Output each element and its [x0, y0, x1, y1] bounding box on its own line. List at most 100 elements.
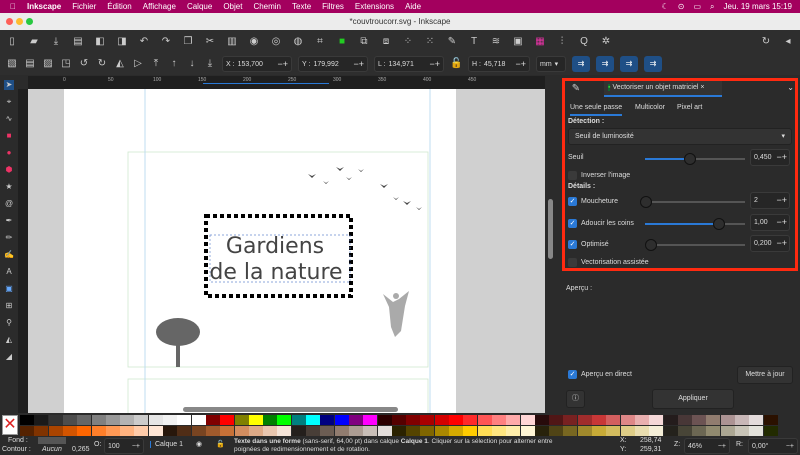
- color-swatch[interactable]: [363, 415, 378, 425]
- y-stepper[interactable]: −+: [353, 59, 364, 69]
- color-swatch[interactable]: [248, 426, 263, 436]
- info-button[interactable]: ⓘ: [566, 390, 585, 408]
- h-stepper[interactable]: −+: [515, 59, 526, 69]
- color-swatch[interactable]: [592, 426, 606, 436]
- color-swatch[interactable]: [749, 415, 764, 425]
- lock-icon[interactable]: 🔓: [450, 58, 462, 70]
- color-swatch[interactable]: [549, 415, 564, 425]
- color-swatch[interactable]: [491, 415, 506, 425]
- color-swatch[interactable]: [720, 415, 735, 425]
- y-field[interactable]: Y :179,992 −+: [298, 56, 368, 72]
- transform-patterns-button[interactable]: ⇉: [644, 56, 662, 72]
- node-tool-icon[interactable]: ⌖: [4, 97, 14, 107]
- color-swatch[interactable]: [563, 415, 578, 425]
- layers-icon[interactable]: ≋: [490, 36, 502, 48]
- menu-affichage[interactable]: Affichage: [143, 2, 176, 11]
- box3d-tool-icon[interactable]: ⬢: [4, 165, 14, 175]
- dropper-tool-icon[interactable]: ⚲: [4, 318, 14, 328]
- color-swatch[interactable]: [563, 426, 578, 436]
- text-tool-icon[interactable]: A: [4, 267, 14, 277]
- color-swatch[interactable]: [120, 415, 135, 425]
- menu-extensions[interactable]: Extensions: [355, 2, 394, 11]
- open-icon[interactable]: ▰: [28, 36, 40, 48]
- paste-icon[interactable]: ▥: [226, 36, 238, 48]
- color-swatch[interactable]: [120, 426, 135, 436]
- color-swatch[interactable]: [477, 415, 492, 425]
- color-swatch[interactable]: [377, 415, 392, 425]
- color-swatch[interactable]: [749, 426, 764, 436]
- color-swatch[interactable]: [234, 426, 249, 436]
- color-swatch[interactable]: [706, 426, 721, 436]
- zoom-width-icon[interactable]: ⌗: [314, 36, 326, 48]
- pen-tool-icon[interactable]: ✒: [4, 216, 14, 226]
- select-all-layers-icon[interactable]: ▤: [24, 58, 36, 70]
- color-swatch[interactable]: [677, 426, 692, 436]
- color-swatch[interactable]: [306, 415, 320, 425]
- color-swatch[interactable]: [62, 426, 77, 436]
- color-swatch[interactable]: [520, 426, 535, 436]
- x-field[interactable]: X :153,700 −+: [222, 56, 292, 72]
- color-swatch[interactable]: [606, 426, 621, 436]
- color-swatch[interactable]: [677, 415, 692, 425]
- color-swatch[interactable]: [363, 426, 378, 436]
- color-swatch[interactable]: [735, 415, 749, 425]
- color-swatch[interactable]: [663, 426, 678, 436]
- color-swatch[interactable]: [277, 426, 292, 436]
- color-swatch[interactable]: [20, 415, 34, 425]
- color-swatch[interactable]: [720, 426, 735, 436]
- preferences-icon[interactable]: ✲: [600, 36, 612, 48]
- width-field[interactable]: L :134,971 −+: [374, 56, 444, 72]
- moon-icon[interactable]: ☾: [662, 2, 669, 12]
- update-button[interactable]: Mettre à jour: [737, 366, 793, 384]
- mesh-tool-icon[interactable]: ⊞: [4, 301, 14, 311]
- color-swatch[interactable]: [391, 415, 406, 425]
- color-swatch[interactable]: [148, 415, 163, 425]
- color-swatch[interactable]: [105, 426, 120, 436]
- color-swatch[interactable]: [205, 415, 220, 425]
- import-icon[interactable]: ◧: [94, 36, 106, 48]
- color-swatch[interactable]: [663, 415, 678, 425]
- color-swatch[interactable]: [105, 415, 120, 425]
- print-icon[interactable]: ▤: [72, 36, 84, 48]
- tweak-tool-icon[interactable]: ∿: [4, 114, 14, 124]
- new-icon[interactable]: ▯: [6, 36, 18, 48]
- color-swatch[interactable]: [48, 426, 63, 436]
- color-swatch[interactable]: [348, 415, 363, 425]
- horizontal-ruler[interactable]: 0 50 100 150 200 250 300 350 400 450: [28, 76, 545, 89]
- redo-icon[interactable]: ↷: [160, 36, 172, 48]
- group-icon[interactable]: ⁘: [402, 36, 414, 48]
- menu-objet[interactable]: Objet: [223, 2, 242, 11]
- color-swatch[interactable]: [334, 415, 349, 425]
- color-swatch[interactable]: [220, 415, 235, 425]
- drawing[interactable]: Gardiens de la nature: [28, 89, 545, 413]
- color-swatch[interactable]: [506, 415, 521, 425]
- rect-tool-icon[interactable]: ■: [4, 131, 14, 141]
- no-paint-swatch[interactable]: ✕: [2, 415, 18, 435]
- lower-bottom-icon[interactable]: ⤓: [204, 58, 216, 70]
- fill-indicator[interactable]: [38, 437, 66, 444]
- color-swatch[interactable]: [406, 426, 421, 436]
- selector-tool-icon[interactable]: ➤: [4, 80, 14, 90]
- zoom-field[interactable]: 46% −+: [684, 438, 730, 454]
- horizontal-scrollbar[interactable]: [183, 407, 398, 412]
- w-stepper[interactable]: −+: [429, 59, 440, 69]
- color-swatch[interactable]: [649, 415, 664, 425]
- height-field[interactable]: H :45,718 −+: [468, 56, 530, 72]
- color-swatch[interactable]: [520, 415, 535, 425]
- color-swatch[interactable]: [248, 415, 263, 425]
- live-preview-checkbox[interactable]: ✓ Aperçu en direct: [568, 370, 632, 379]
- raise-top-icon[interactable]: ⤒: [150, 58, 162, 70]
- fill-stroke-icon[interactable]: ✎: [446, 36, 458, 48]
- unlink-clone-icon[interactable]: ⧈: [380, 36, 392, 48]
- circle-tool-icon[interactable]: ●: [4, 148, 14, 158]
- color-swatch[interactable]: [291, 415, 306, 425]
- color-swatch[interactable]: [406, 415, 421, 425]
- color-swatch[interactable]: [377, 426, 392, 436]
- color-swatch[interactable]: [320, 426, 335, 436]
- spiral-tool-icon[interactable]: @: [4, 199, 14, 209]
- color-swatch[interactable]: [234, 415, 249, 425]
- color-swatch[interactable]: [649, 426, 664, 436]
- menu-calque[interactable]: Calque: [187, 2, 212, 11]
- vertical-ruler[interactable]: [18, 89, 28, 413]
- duplicate-icon[interactable]: ■: [336, 36, 348, 48]
